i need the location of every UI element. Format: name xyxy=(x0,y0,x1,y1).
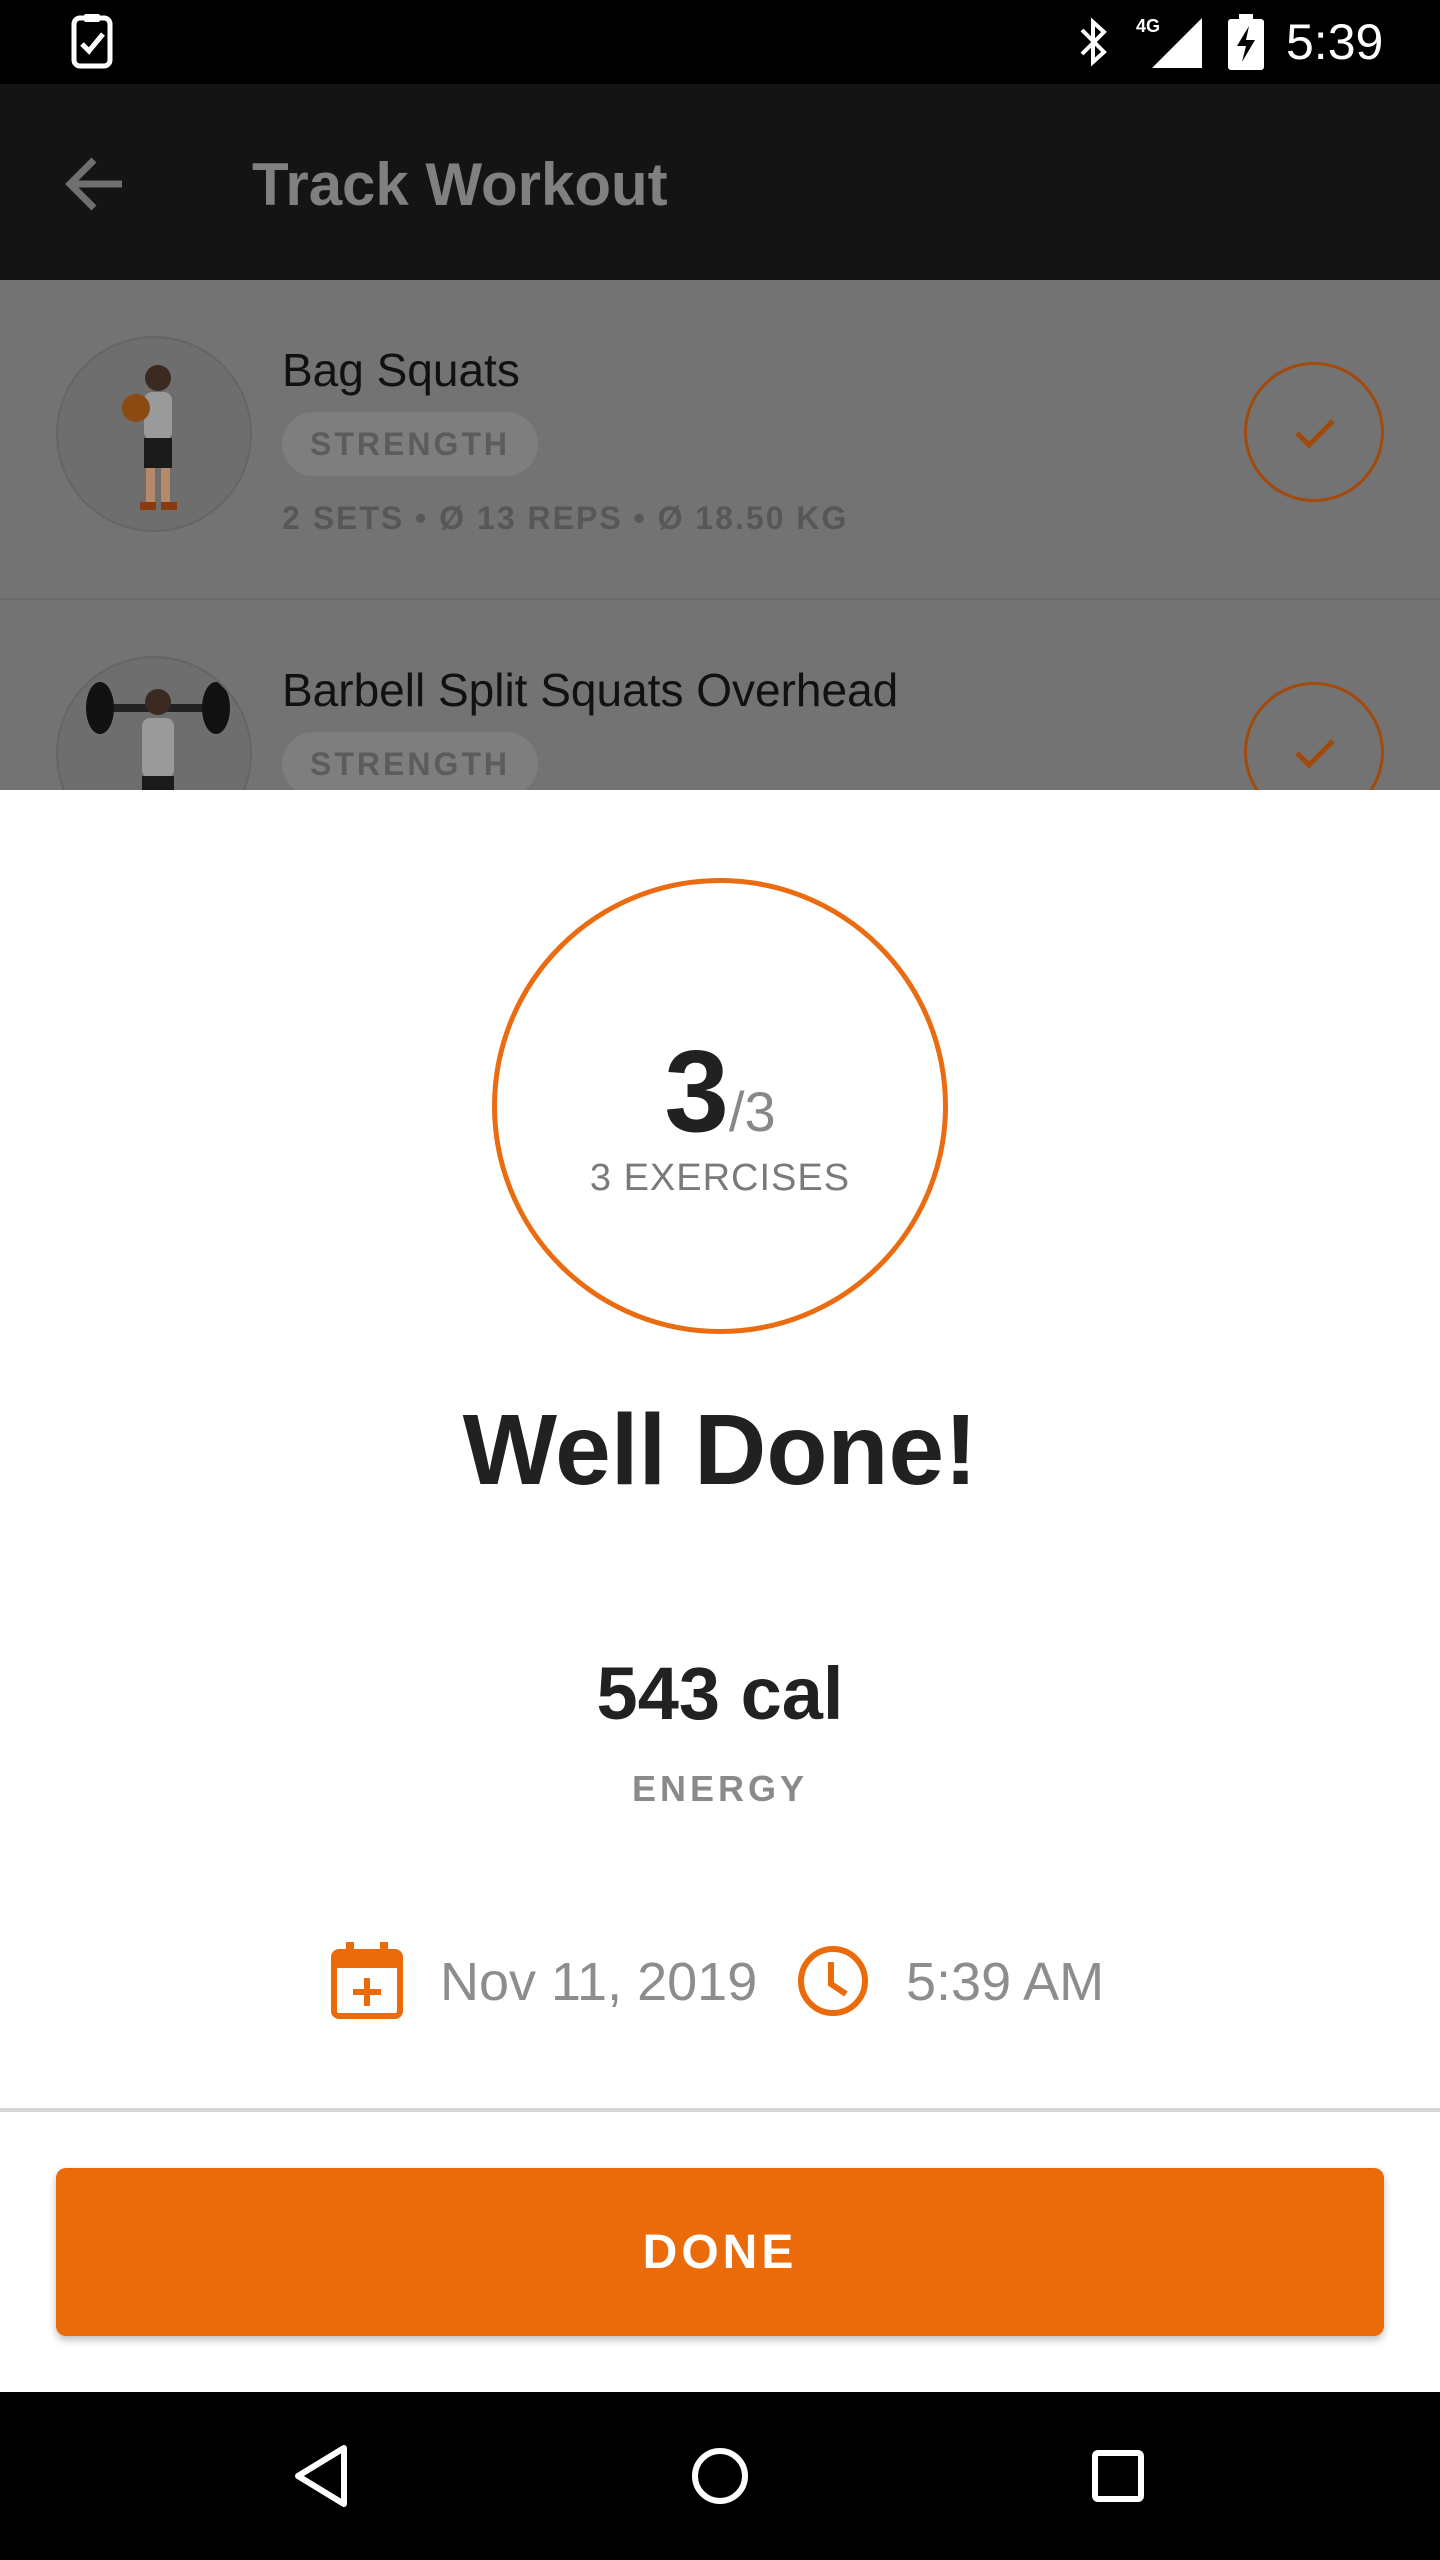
completed-count: 3 xyxy=(664,1026,729,1156)
checkmark-icon xyxy=(1295,419,1335,449)
list-item[interactable]: Bag Squats STRENGTH 2 SETS • Ø 13 REPS •… xyxy=(0,280,1440,600)
exercise-thumbnail xyxy=(56,336,252,532)
navigation-bar xyxy=(0,2392,1440,2560)
app-bar: Track Workout xyxy=(0,84,1440,280)
checkmark-icon xyxy=(1295,739,1335,769)
list-item[interactable]: Barbell Split Squats Overhead STRENGTH xyxy=(0,600,1440,790)
calendar-add-icon xyxy=(331,1942,403,2019)
workout-time: 5:39 AM xyxy=(906,1952,1105,2012)
task-check-icon xyxy=(71,14,113,69)
signal-icon: 4G xyxy=(1136,16,1202,68)
exercises-caption: 3 EXERCISES xyxy=(589,1157,851,1199)
energy-label: ENERGY xyxy=(631,1768,809,1809)
person-barbell-icon xyxy=(86,682,230,790)
total-count: /3 xyxy=(728,1080,776,1143)
person-squat-icon xyxy=(122,365,177,510)
completed-check-button[interactable] xyxy=(1244,682,1384,790)
back-triangle-icon[interactable] xyxy=(282,2436,362,2516)
done-area: DONE xyxy=(0,2140,1440,2392)
network-type-label: 4G xyxy=(1136,16,1160,36)
exercise-name: Barbell Split Squats Overhead xyxy=(282,664,899,716)
battery-charging-icon xyxy=(1228,14,1264,70)
progress-ring: 3/3 3 EXERCISES xyxy=(492,878,948,1334)
exercise-thumbnail xyxy=(56,656,252,790)
category-chip: STRENGTH xyxy=(282,732,538,790)
well-done-headline: Well Done! xyxy=(462,1394,978,1506)
clock-icon xyxy=(798,1946,868,2016)
page-title: Track Workout xyxy=(252,151,668,218)
category-chip: STRENGTH xyxy=(282,412,538,476)
status-time: 5:39 xyxy=(1286,14,1384,70)
status-bar: 4G 5:39 xyxy=(0,0,1440,84)
arrow-back-icon[interactable] xyxy=(60,148,132,220)
completed-check-button[interactable] xyxy=(1244,362,1384,502)
workout-date: Nov 11, 2019 xyxy=(440,1952,758,2012)
done-button[interactable]: DONE xyxy=(56,2168,1384,2336)
energy-value: 543 cal xyxy=(596,1652,844,1735)
exercise-name: Bag Squats xyxy=(282,344,520,396)
bluetooth-icon xyxy=(1080,17,1107,67)
workout-summary-sheet: 3/3 3 EXERCISES Well Done! 543 cal ENERG… xyxy=(0,790,1440,2112)
home-circle-icon[interactable] xyxy=(680,2436,760,2516)
exercise-meta: 2 SETS • Ø 13 REPS • Ø 18.50 KG xyxy=(282,500,849,536)
recents-square-icon[interactable] xyxy=(1078,2436,1158,2516)
exercise-list: Bag Squats STRENGTH 2 SETS • Ø 13 REPS •… xyxy=(0,280,1440,790)
